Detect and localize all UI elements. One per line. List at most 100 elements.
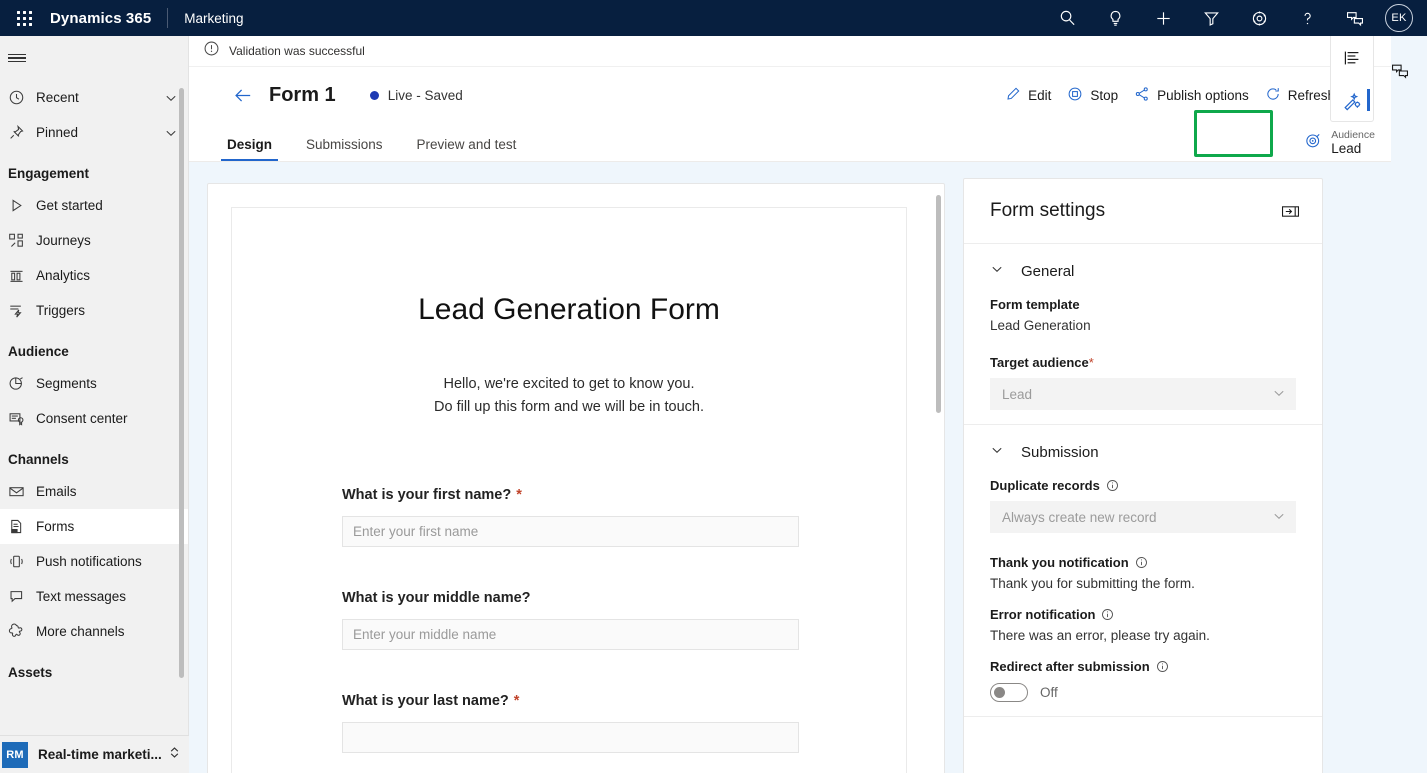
insights-bulb-icon[interactable]: [1091, 0, 1139, 36]
audience-value: Lead: [1331, 141, 1362, 157]
sidebar-item-triggers[interactable]: Triggers: [0, 293, 188, 328]
canvas-scrollbar[interactable]: [936, 195, 941, 413]
thank-you-notification-value[interactable]: Thank you for submitting the form.: [990, 576, 1296, 591]
content-layout-icon[interactable]: [1331, 36, 1373, 79]
target-audience-select[interactable]: Lead: [990, 378, 1296, 410]
redirect-toggle-state: Off: [1040, 685, 1058, 700]
tab-design[interactable]: Design: [221, 137, 279, 161]
sidebar-item-forms[interactable]: Forms: [0, 509, 188, 544]
sidebar-item-push-notifications[interactable]: Push notifications: [0, 544, 188, 579]
sidebar-item-pinned[interactable]: Pinned: [0, 115, 188, 150]
collapse-panel-icon[interactable]: [1281, 204, 1300, 219]
duplicate-records-select[interactable]: Always create new record: [990, 501, 1296, 533]
forms-icon: [8, 518, 36, 535]
sidebar-item-label: Push notifications: [36, 554, 142, 569]
avatar[interactable]: EK: [1385, 4, 1413, 32]
publish-options-label: Publish options: [1157, 88, 1249, 103]
audience-indicator[interactable]: Audience Lead: [1304, 129, 1375, 157]
field-question: What is your middle name?: [342, 590, 796, 606]
sidebar-item-emails[interactable]: Emails: [0, 474, 188, 509]
sidebar-item-segments[interactable]: Segments: [0, 366, 188, 401]
section-header-general[interactable]: General: [990, 262, 1296, 281]
text-message-icon: [8, 588, 36, 605]
redirect-toggle[interactable]: [990, 683, 1028, 702]
form-preview: Lead Generation Form Hello, we're excite…: [231, 207, 907, 773]
sidebar: Recent Pinned Engagement Get started Jou…: [0, 36, 189, 773]
sidebar-item-label: Recent: [36, 90, 79, 105]
add-icon[interactable]: [1139, 0, 1187, 36]
consent-center-icon: [8, 410, 36, 427]
info-circle-icon[interactable]: [1156, 660, 1169, 673]
feedback-chat-icon[interactable]: [1331, 0, 1379, 36]
settings-section-submission: Submission Duplicate records Always crea…: [964, 425, 1322, 717]
sidebar-group-engagement: Engagement: [8, 166, 90, 181]
tab-preview-and-test[interactable]: Preview and test: [411, 137, 523, 161]
settings-gear-icon[interactable]: [1235, 0, 1283, 36]
app-name[interactable]: Marketing: [184, 11, 243, 26]
thank-you-label-text: Thank you notification: [990, 555, 1129, 570]
feedback-chat-icon[interactable]: [1385, 56, 1415, 86]
sidebar-item-consent-center[interactable]: Consent center: [0, 401, 188, 436]
sidebar-item-label: Journeys: [36, 233, 91, 248]
sidebar-item-text-messages[interactable]: Text messages: [0, 579, 188, 614]
status-dot-icon: [369, 91, 379, 100]
stop-button-label: Stop: [1090, 88, 1119, 103]
thank-you-notification-label: Thank you notification: [990, 555, 1296, 570]
help-question-icon[interactable]: [1283, 0, 1331, 36]
info-circle-icon[interactable]: [1101, 608, 1114, 621]
sidebar-item-label: Get started: [36, 198, 103, 213]
info-circle-icon[interactable]: [1135, 556, 1148, 569]
tab-submissions[interactable]: Submissions: [300, 137, 389, 161]
sidebar-item-more-channels[interactable]: More channels: [0, 614, 188, 649]
back-arrow-icon[interactable]: [221, 74, 265, 118]
sidebar-item-label: Consent center: [36, 411, 128, 426]
sidebar-group-channels: Channels: [8, 452, 69, 467]
brand-title[interactable]: Dynamics 365: [48, 10, 151, 27]
stop-button[interactable]: Stop: [1059, 78, 1126, 114]
form-template-value: Lead Generation: [990, 318, 1091, 333]
edit-button[interactable]: Edit: [997, 78, 1059, 114]
last-name-input[interactable]: [342, 722, 799, 754]
target-audience-icon: [1304, 131, 1323, 155]
error-notification-value[interactable]: There was an error, please try again.: [990, 628, 1296, 643]
sidebar-item-label: Triggers: [36, 303, 86, 318]
chevron-down-icon[interactable]: [990, 262, 1004, 281]
sidebar-group-audience: Audience: [8, 344, 69, 359]
first-name-input[interactable]: Enter your first name: [342, 516, 799, 548]
middle-name-input[interactable]: Enter your middle name: [342, 619, 799, 651]
style-wand-icon[interactable]: [1331, 79, 1373, 122]
settings-header: Form settings: [964, 179, 1322, 244]
settings-section-general: General Form template Lead Generation Ta…: [964, 244, 1322, 425]
duplicate-records-value: Always create new record: [1002, 509, 1157, 525]
area-switcher[interactable]: RM Real-time marketi...: [0, 735, 189, 773]
area-switcher-caret-icon[interactable]: [168, 746, 181, 764]
form-subtitle-line-1: Hello, we're excited to get to know you.: [443, 376, 695, 392]
command-bar: Form 1 Live - Saved Edit Stop Publish op…: [189, 67, 1391, 124]
form-field-last-name: What is your last name? *: [342, 693, 799, 754]
redirect-toggle-row: Off: [990, 683, 1296, 702]
info-circle-icon[interactable]: [1106, 479, 1119, 492]
duplicate-records-label: Duplicate records: [990, 478, 1296, 493]
section-header-submission[interactable]: Submission: [990, 443, 1296, 462]
publish-options-button[interactable]: Publish options: [1126, 78, 1257, 114]
journeys-icon: [8, 232, 36, 249]
search-icon[interactable]: [1043, 0, 1091, 36]
sidebar-item-journeys[interactable]: Journeys: [0, 223, 188, 258]
chevron-down-icon[interactable]: [990, 443, 1004, 462]
right-rail: [1330, 36, 1374, 122]
clock-icon: [8, 89, 36, 106]
segments-pie-icon: [8, 375, 36, 392]
play-triangle-icon: [8, 197, 36, 214]
sidebar-scrollbar[interactable]: [179, 88, 184, 678]
app-launcher-icon[interactable]: [0, 0, 48, 36]
required-asterisk: *: [1088, 355, 1094, 370]
sidebar-item-recent[interactable]: Recent: [0, 80, 188, 115]
filter-icon[interactable]: [1187, 0, 1235, 36]
sidebar-item-analytics[interactable]: Analytics: [0, 258, 188, 293]
chevron-down-icon: [1272, 509, 1286, 526]
required-asterisk: *: [516, 487, 522, 504]
site-map-toggle-icon[interactable]: [0, 36, 188, 80]
form-subtitle-line-2: Do fill up this form and we will be in t…: [434, 399, 704, 416]
field-question-text: What is your middle name?: [342, 590, 531, 607]
sidebar-item-get-started[interactable]: Get started: [0, 188, 188, 223]
